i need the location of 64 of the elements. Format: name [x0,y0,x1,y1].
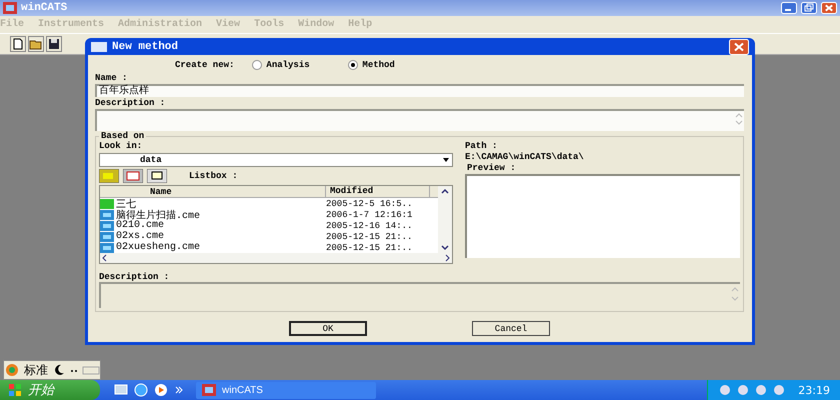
modified-cell-text: 2005-12-16 14:.. [326,220,414,230]
create-new-label: Create new: [175,60,234,70]
radio-button[interactable] [348,60,358,70]
list-view-icon[interactable] [147,169,167,183]
open-folder-icon[interactable] [28,36,44,52]
look-in-label: Look in: [99,141,144,151]
file-list[interactable]: Name Modified 三七 2005-12-5 16:5.. 脑得生片扫描.cme 2006-1-7 12:16:1 0210.cme 2005-12-16 14:.. 02xs.cme 2005-12-15 21:.. 02xuesheng.cme 2005-12-15 21:.. [99,185,453,264]
description-field[interactable] [99,282,740,308]
modified-cell-text: 2005-12-5 16:5.. [326,198,414,208]
half-moon-icon[interactable] [52,363,66,377]
file-name[interactable]: 0210.cme [116,220,164,231]
play-icon[interactable] [154,383,168,397]
new-document-icon[interactable] [10,36,26,52]
app-logo-icon [202,384,216,396]
file-icon [100,220,114,230]
file-icon [100,242,114,252]
path-label: Path : [465,141,498,151]
look-in-dropdown[interactable]: data [99,153,453,167]
radio-button[interactable] [252,60,262,70]
radio-label[interactable]: Method [362,60,395,70]
column-header[interactable]: Name [100,186,326,197]
new-folder-icon[interactable] [123,169,143,183]
save-disk-icon[interactable] [46,36,62,52]
radio-label[interactable]: Analysis [266,60,310,70]
name-label: Name : [95,73,128,83]
ime-logo-icon[interactable] [4,363,20,377]
window-title: winCATS [21,2,68,14]
up-folder-icon[interactable] [99,169,119,183]
description-label: Description : [99,272,170,282]
vertical-scrollbar[interactable] [438,186,452,253]
preview-label: Preview : [466,163,517,173]
modified-cell-text: 2006-1-7 12:16:1 [326,210,414,220]
group-title: Based on [99,131,146,141]
description-field[interactable] [95,109,744,131]
close-icon[interactable] [729,38,749,54]
modified-cell-text: 2005-12-15 21:.. [326,242,414,252]
ok-button[interactable]: OK [289,321,367,336]
dialog-title: New method [112,40,178,52]
scroll-arrows-icon [734,111,744,127]
file-name[interactable]: 脑得生片扫描.cme [116,208,200,222]
file-icon [100,210,114,220]
app-logo-icon [3,2,17,14]
listbox-label: Listbox : [189,171,238,181]
minimize-icon[interactable] [781,2,797,14]
file-name[interactable]: 02xuesheng.cme [116,242,200,253]
file-name[interactable]: 02xs.cme [116,231,164,242]
restore-icon[interactable] [801,2,817,14]
description-label: Description : [95,98,166,108]
file-name[interactable]: 三七 [116,196,136,210]
desktop-icon[interactable] [114,383,128,397]
clock: 23:19 [797,384,830,396]
modified-cell-text: 2005-12-15 21:.. [326,232,414,242]
windows-logo-icon [8,383,22,397]
name-field[interactable]: 百年乐点样 [95,84,744,97]
path-value: E:\CAMAG\winCATS\data\ [465,152,585,162]
column-header[interactable]: Modified [326,186,430,197]
close-icon[interactable] [821,2,837,14]
window-icon [91,42,107,52]
horizontal-scrollbar[interactable] [100,253,452,263]
folder-icon [100,198,114,208]
file-icon [100,232,114,242]
cancel-button[interactable]: Cancel [472,321,550,336]
taskbar-button[interactable]: winCATS [196,382,376,398]
globe-icon[interactable] [134,383,148,397]
